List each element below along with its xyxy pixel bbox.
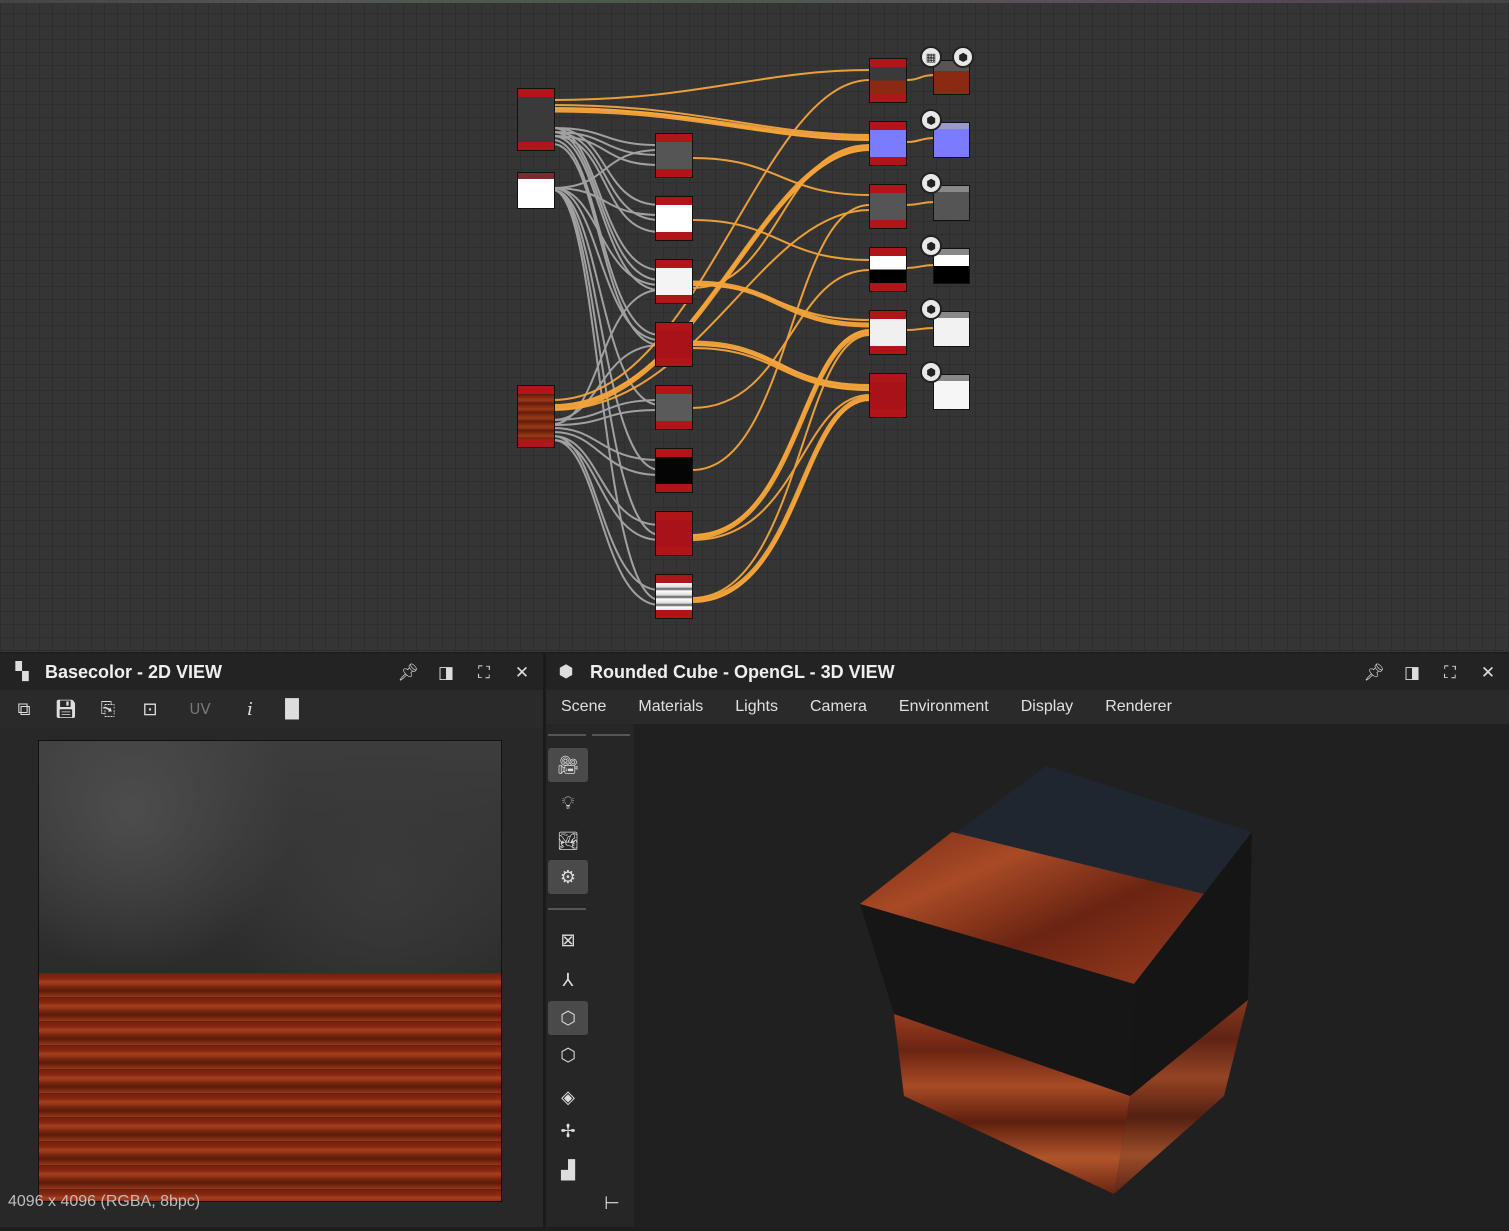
menu-camera[interactable]: Camera bbox=[810, 698, 867, 716]
cube-icon[interactable]: ⬢ bbox=[952, 46, 974, 68]
wood-region bbox=[39, 973, 501, 1201]
output-blend-ao[interactable] bbox=[869, 373, 907, 418]
display-settings-icon[interactable]: ⚙ bbox=[548, 860, 588, 894]
output-blend-basecolor[interactable] bbox=[869, 58, 907, 103]
menu-scene[interactable]: Scene bbox=[561, 698, 606, 716]
export-icon[interactable]: ⧉ bbox=[10, 699, 38, 720]
graph-links bbox=[552, 69, 936, 606]
texture-status: 4096 x 4096 (RGBA, 8bpc) bbox=[8, 1193, 201, 1210]
left-panel-title: Basecolor - 2D VIEW bbox=[45, 661, 223, 682]
environment-icon[interactable]: 🏞︎ bbox=[548, 824, 588, 858]
save-icon[interactable]: 💾︎ bbox=[52, 699, 80, 720]
menu-materials[interactable]: Materials bbox=[638, 698, 703, 716]
concrete-region bbox=[39, 741, 501, 973]
3d-viewport[interactable] bbox=[634, 724, 1509, 1227]
input-node-wood[interactable] bbox=[517, 385, 555, 448]
input-node-concrete[interactable] bbox=[517, 88, 555, 151]
close-icon[interactable]: ✕ bbox=[1477, 662, 1499, 684]
input-node-white[interactable] bbox=[517, 172, 555, 209]
cube-icon[interactable]: ⬢ bbox=[920, 172, 942, 194]
blend-node-5[interactable] bbox=[655, 385, 693, 430]
axis-icon[interactable]: ⅄ bbox=[548, 963, 588, 997]
node-graph-canvas[interactable]: ▦ ⬢ ⬢ ⬢ ⬢ ⬢ ⬢ bbox=[0, 0, 1509, 652]
checker-icon[interactable]: ▦ bbox=[920, 46, 942, 68]
menu-lights[interactable]: Lights bbox=[735, 698, 778, 716]
statistics-icon[interactable]: ▟ bbox=[548, 1153, 588, 1187]
cube-icon[interactable]: ⬢ bbox=[920, 235, 942, 257]
cube-icon[interactable]: ⬢ bbox=[920, 109, 942, 131]
toolbar-grip bbox=[548, 908, 586, 910]
menu-renderer[interactable]: Renderer bbox=[1105, 698, 1172, 716]
left-panel-header: ▚ Basecolor - 2D VIEW 📌︎ ◨ ⛶ ✕ bbox=[0, 654, 543, 690]
toolbar-grip bbox=[592, 734, 630, 736]
maximize-icon[interactable]: ⛶ bbox=[1439, 662, 1461, 684]
cube-icon[interactable]: ⬢ bbox=[920, 298, 942, 320]
light-direction-icon[interactable]: ✢ bbox=[548, 1114, 588, 1148]
blend-node-2[interactable] bbox=[655, 196, 693, 241]
toolbar-grip bbox=[548, 734, 586, 736]
layers-icon[interactable]: ◈ bbox=[548, 1080, 588, 1114]
blend-node-1[interactable] bbox=[655, 133, 693, 178]
info-icon[interactable]: i bbox=[236, 699, 264, 720]
blend-node-4[interactable] bbox=[655, 322, 693, 367]
menu-display[interactable]: Display bbox=[1021, 698, 1073, 716]
right-panel-header: ⬢ Rounded Cube - OpenGL - 3D VIEW 📌︎ ◨ ⛶… bbox=[546, 654, 1509, 690]
menu-environment[interactable]: Environment bbox=[899, 698, 989, 716]
cube-outline-icon[interactable]: ⬡ bbox=[548, 1038, 588, 1072]
output-blend-metallic[interactable] bbox=[869, 247, 907, 292]
cube-icon: ⬢ bbox=[558, 662, 574, 682]
pin-icon[interactable]: 📌︎ bbox=[397, 662, 419, 684]
basecolor-texture bbox=[38, 740, 502, 1202]
blend-node-3[interactable] bbox=[655, 259, 693, 304]
restore-icon[interactable]: ◨ bbox=[435, 662, 457, 684]
view3d-menu: Scene Materials Lights Camera Environmen… bbox=[546, 690, 1509, 724]
close-icon[interactable]: ✕ bbox=[511, 662, 533, 684]
histogram-icon[interactable]: ▐▌ bbox=[278, 699, 306, 720]
right-panel-title: Rounded Cube - OpenGL - 3D VIEW bbox=[590, 661, 895, 682]
checker-icon: ▚ bbox=[15, 662, 29, 682]
blend-node-7[interactable] bbox=[655, 511, 693, 556]
restore-icon[interactable]: ◨ bbox=[1401, 662, 1423, 684]
light-bulb-icon[interactable]: 💡︎ bbox=[548, 786, 588, 820]
view-settings-icon[interactable]: ⊡ bbox=[136, 699, 164, 720]
left-toolbar: ⧉ 💾︎ ⎘ ⊡ UV i ▐▌ bbox=[0, 690, 543, 728]
cube-icon[interactable]: ⬡ bbox=[548, 1001, 588, 1035]
blend-node-8[interactable] bbox=[655, 574, 693, 619]
rounded-cube bbox=[860, 766, 1252, 1194]
wireframe-icon[interactable]: ⊠ bbox=[548, 923, 588, 957]
output-blend-roughness[interactable] bbox=[869, 184, 907, 229]
uv-dropdown[interactable]: UV bbox=[178, 700, 222, 718]
output-blend-normal[interactable] bbox=[869, 121, 907, 166]
camera-icon[interactable]: 🎥︎ bbox=[548, 748, 588, 782]
cube-icon[interactable]: ⬢ bbox=[920, 361, 942, 383]
pin-icon[interactable]: 📌︎ bbox=[1363, 662, 1385, 684]
copy-icon[interactable]: ⎘ bbox=[94, 699, 122, 720]
maximize-icon[interactable]: ⛶ bbox=[473, 662, 495, 684]
blend-node-6[interactable] bbox=[655, 448, 693, 493]
output-blend-height[interactable] bbox=[869, 310, 907, 355]
scene-tree-icon[interactable]: ⊢ bbox=[592, 1186, 632, 1220]
